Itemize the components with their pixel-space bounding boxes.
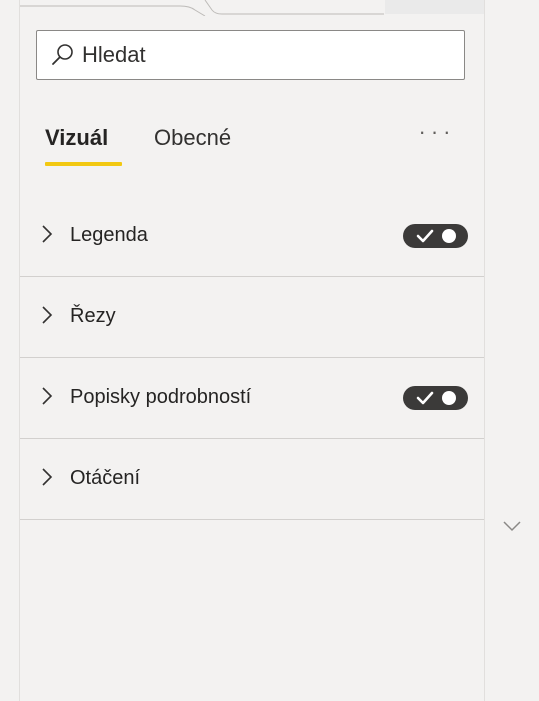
section-popisky-podrobnosti[interactable]: Popisky podrobností — [20, 358, 484, 439]
section-otaceni[interactable]: Otáčení — [20, 439, 484, 520]
search-input[interactable]: Hledat — [82, 42, 146, 68]
section-label: Legenda — [70, 224, 148, 246]
tab-strip-background — [385, 0, 484, 14]
chevron-down-icon[interactable] — [501, 515, 523, 537]
chevron-right-icon[interactable] — [40, 467, 54, 487]
checkmark-icon — [415, 390, 435, 406]
popisky-podrobnosti-toggle[interactable] — [403, 386, 468, 410]
checkmark-icon — [415, 228, 435, 244]
search-box[interactable]: Hledat — [36, 30, 465, 80]
toggle-knob — [442, 229, 456, 243]
tab-vizual[interactable]: Vizuál — [45, 124, 108, 152]
active-tab-indicator — [45, 162, 122, 166]
section-label: Otáčení — [70, 467, 141, 489]
section-label: Popisky podrobností — [70, 386, 252, 408]
chevron-right-icon[interactable] — [40, 386, 54, 406]
more-options-button[interactable]: ··· — [416, 121, 458, 154]
tab-obecne[interactable]: Obecné — [154, 124, 231, 152]
legenda-toggle[interactable] — [403, 224, 468, 248]
section-label: Řezy — [70, 305, 116, 327]
section-rezy[interactable]: Řezy — [20, 277, 484, 358]
chevron-right-icon[interactable] — [40, 305, 54, 325]
section-legenda[interactable]: Legenda — [20, 196, 484, 277]
chevron-right-icon[interactable] — [40, 224, 54, 244]
collapsed-side-strip — [485, 0, 539, 701]
search-icon — [50, 42, 76, 68]
toggle-knob — [442, 391, 456, 405]
format-pane-screen: Hledat Vizuál Obecné ··· Legenda Řezy Po… — [0, 0, 539, 701]
